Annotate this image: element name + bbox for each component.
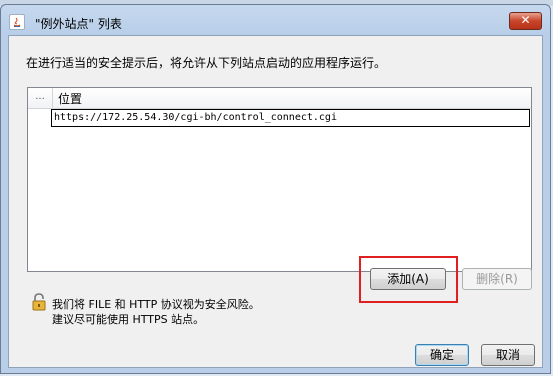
column-header-location[interactable]: 位置 bbox=[58, 90, 82, 107]
lock-warning-icon bbox=[31, 293, 47, 311]
row-index-cell bbox=[28, 109, 53, 127]
add-button[interactable]: 添加(A) bbox=[370, 268, 446, 290]
location-edit-field[interactable]: https://172.25.54.30/cgi-bh/control_conn… bbox=[51, 109, 530, 127]
column-header-index[interactable]: ... bbox=[28, 88, 53, 108]
close-button[interactable]: ✕ bbox=[509, 12, 542, 30]
list-header: ... 位置 bbox=[28, 88, 531, 109]
table-row[interactable]: https://172.25.54.30/cgi-bh/control_conn… bbox=[28, 109, 531, 127]
window-title: "例外站点" 列表 bbox=[35, 17, 122, 31]
cancel-button[interactable]: 取消 bbox=[481, 344, 535, 366]
java-icon bbox=[9, 14, 25, 30]
warning-text-line2: 建议尽可能使用 HTTPS 站点。 bbox=[52, 313, 205, 326]
title-bar: "例外站点" 列表 ✕ bbox=[1, 5, 550, 35]
description-text: 在进行适当的安全提示后，将允许从下列站点启动的应用程序运行。 bbox=[26, 56, 387, 70]
dialog-window: "例外站点" 列表 ✕ 在进行适当的安全提示后，将允许从下列站点启动的应用程序运… bbox=[0, 4, 551, 374]
dialog-content: 在进行适当的安全提示后，将允许从下列站点启动的应用程序运行。 ... 位置 ht… bbox=[8, 35, 543, 368]
remove-button[interactable]: 删除(R) bbox=[462, 268, 532, 290]
exception-site-list[interactable]: ... 位置 https://172.25.54.30/cgi-bh/contr… bbox=[27, 87, 532, 272]
ok-button[interactable]: 确定 bbox=[415, 344, 469, 366]
warning-text-line1: 我们将 FILE 和 HTTP 协议视为安全风险。 bbox=[52, 298, 260, 311]
